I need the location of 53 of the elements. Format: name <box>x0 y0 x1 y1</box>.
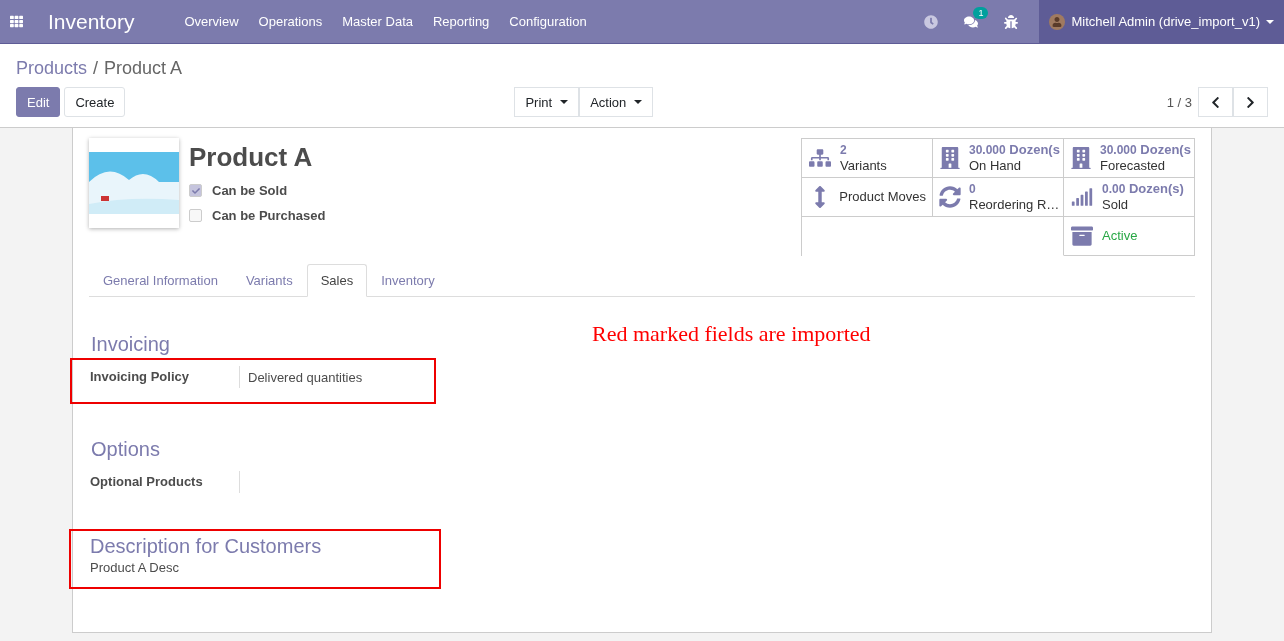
stat-label: Reordering R… <box>969 197 1060 213</box>
stat-value: 30.000 <box>969 143 1006 158</box>
create-button[interactable]: Create <box>64 87 126 117</box>
stat-label: On Hand <box>969 158 1023 174</box>
stat-label: Product Moves <box>839 189 926 205</box>
breadcrumb-link[interactable]: Products <box>16 58 88 79</box>
checkbox-label: Can be Sold <box>212 183 288 198</box>
section-heading: Options <box>91 438 161 461</box>
stat-unit: Dozen(s <box>1140 142 1191 158</box>
menu-item[interactable]: Reporting <box>423 14 500 29</box>
message-count-badge: 1 <box>973 6 989 19</box>
app-title: Inventory <box>48 9 135 34</box>
stat-label: Forecasted <box>1100 158 1167 174</box>
tab[interactable]: Variants <box>231 264 307 297</box>
field-value: Delivered quantities <box>247 369 363 385</box>
menu-item[interactable]: Overview <box>174 14 249 29</box>
stat-unit: Dozen(s) <box>1129 181 1184 197</box>
stat-button[interactable]: 0.00 Dozen(s) Sold <box>1064 178 1195 217</box>
stat-button[interactable]: 30.000 Dozen(s On Hand <box>933 139 1064 178</box>
stat-label: Variants <box>840 158 887 174</box>
section-heading: Description for Customers <box>90 535 323 558</box>
breadcrumb-current: Product A <box>104 58 183 79</box>
stat-value: 2 <box>840 143 847 158</box>
stat-button[interactable]: Product Moves <box>802 178 933 217</box>
tab[interactable]: Sales <box>306 264 368 297</box>
stat-label: Active <box>1102 228 1138 244</box>
stat-label: Sold <box>1102 197 1130 213</box>
breadcrumb-separator: / <box>93 58 99 79</box>
description-text: Product A Desc <box>90 560 180 575</box>
stat-value: 30.000 <box>1100 143 1137 158</box>
stat-button[interactable]: 2 Variants <box>802 139 933 178</box>
user-menu[interactable]: Mitchell Admin (drive_import_v1) <box>1039 0 1284 44</box>
tab[interactable]: Inventory <box>367 264 449 297</box>
stat-value: 0 <box>969 182 976 197</box>
menu-item[interactable]: Operations <box>248 14 333 29</box>
print-button[interactable]: Print <box>514 87 580 117</box>
stat-button[interactable]: 30.000 Dozen(s Forecasted <box>1064 139 1195 178</box>
field-label: Optional Products <box>90 471 240 493</box>
checkbox-label: Can be Purchased <box>212 208 326 223</box>
pager-count: 1 / 3 <box>1166 94 1192 110</box>
product-name: Product A <box>189 142 314 173</box>
section-heading: Invoicing <box>91 333 171 356</box>
stat-unit: Dozen(s <box>1009 142 1060 158</box>
field-label: Invoicing Policy <box>90 366 240 388</box>
stat-value: 0.00 <box>1102 182 1126 197</box>
action-button[interactable]: Action <box>579 87 654 117</box>
tab[interactable]: General Information <box>89 264 232 297</box>
stat-button[interactable]: Active <box>1064 217 1195 256</box>
menu-item[interactable]: Master Data <box>332 14 423 29</box>
menu-item[interactable]: Configuration <box>499 14 597 29</box>
edit-button[interactable]: Edit <box>16 87 61 117</box>
annotation-text: Red marked fields are imported <box>592 321 871 347</box>
stat-button[interactable]: 0 Reordering R… <box>933 178 1064 217</box>
